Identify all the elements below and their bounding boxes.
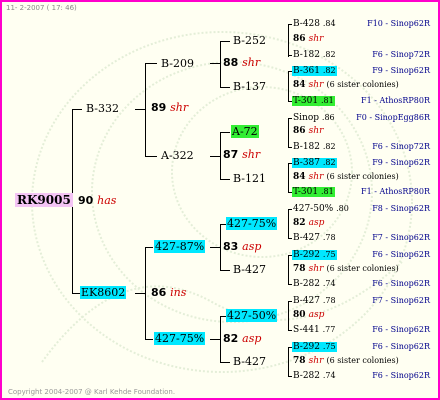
gen2-node-4-name: 427-75% [154,332,206,345]
ref-4: F1 - AthosRP80R [361,96,430,105]
ref-1: F10 - Sinop62R [367,19,430,28]
gen1-dam-name: EK8602 [80,286,127,299]
gen2-node-2-name: A-322 [161,149,194,162]
gen3-node-2-score: 84 shr (6 sister colonies) [293,80,399,90]
ref-7: F9 - Sinop62R [372,158,430,167]
header-timestamp: 11- 2-2007 ( 17: 46) [6,4,77,12]
gen3-node-5-score: 82 asp [293,218,325,228]
ref-12: F6 - Sinop62R [372,279,430,288]
gen3-node-5-name: 427-75% [226,217,278,230]
gen2-node-3-score: 83 asp [223,240,262,253]
ref-8: F1 - AthosRP80R [361,187,430,196]
gen3-node-1-score: 86 shr [293,34,324,44]
gen3-node-4-score: 84 shr (6 sister colonies) [293,172,399,182]
gen1-sire-score: 89 shr [151,101,189,114]
ref-11: F6 - Sinop62R [372,250,430,259]
gen3-node-6-name: B-427 [233,263,266,276]
gen1-dam-score: 86 ins [151,286,187,299]
gen4-node-13: B-427 .78 [293,296,336,306]
root-queen-name: RK9005 [15,193,73,207]
gen4-node-9: 427-50% .80 [293,204,349,214]
ref-15: F6 - Sinop62R [372,342,430,351]
gen3-node-7-name: 427-50% [226,309,278,322]
gen2-node-2-score: 87 shr [223,148,261,161]
gen4-node-4: T-301 .81 [292,96,335,106]
gen4-node-6: B-182 .82 [293,142,336,152]
pedigree-frame: 11- 2-2007 ( 17: 46) RK9005 90 has B-332… [0,0,440,400]
gen3-node-8-score: 78 shr (6 sister colonies) [293,356,399,366]
gen4-node-10: B-427 .78 [293,233,336,243]
gen2-node-1-name: B-209 [161,57,194,70]
gen4-node-14: S-441 .77 [293,325,336,335]
gen4-node-12: B-282 .74 [293,279,336,289]
gen3-node-3-name: A-72 [231,125,259,138]
copyright-footer: Copyright 2004-2007 @ Karl Kehde Foundat… [8,388,176,396]
ref-6: F6 - Sinop72R [372,142,430,151]
ref-5: F0 - SinopEgg86R [356,113,430,122]
gen4-node-5: Sinop .86 [293,113,335,123]
ref-9: F8 - Sinop62R [372,204,430,213]
ref-13: F7 - Sinop62R [372,296,430,305]
gen4-node-7: B-387 .82 [292,158,337,168]
gen4-node-15: B-292 .75 [292,342,337,352]
gen3-node-8-name: B-427 [233,355,266,368]
gen3-node-7-score: 80 asp [293,310,325,320]
ref-14: F6 - Sinop62R [372,325,430,334]
ref-10: F7 - Sinop62R [372,233,430,242]
gen1-sire-name: B-332 [86,102,119,115]
gen4-node-11: B-292 .75 [292,250,337,260]
gen3-node-1-name: B-252 [233,34,266,47]
gen3-node-6-score: 78 shr (6 sister colonies) [293,264,399,274]
root-score: 90 has [78,194,117,207]
gen4-node-2: B-182 .82 [293,50,336,60]
gen4-node-8: T-301 .81 [292,187,335,197]
gen2-node-4-score: 82 asp [223,332,262,345]
gen3-node-4-name: B-121 [233,172,266,185]
ref-2: F6 - Sinop72R [372,50,430,59]
gen2-node-1-score: 88 shr [223,56,261,69]
gen2-node-3-name: 427-87% [154,240,206,253]
ref-3: F9 - Sinop62R [372,66,430,75]
gen3-node-2-name: B-137 [233,80,266,93]
gen3-node-3-score: 86 shr [293,126,324,136]
ref-16: F6 - Sinop62R [372,371,430,380]
gen4-node-16: B-282 .74 [293,371,336,381]
gen4-node-3: B-361 .82 [292,66,337,76]
gen4-node-1: B-428 .84 [293,19,336,29]
